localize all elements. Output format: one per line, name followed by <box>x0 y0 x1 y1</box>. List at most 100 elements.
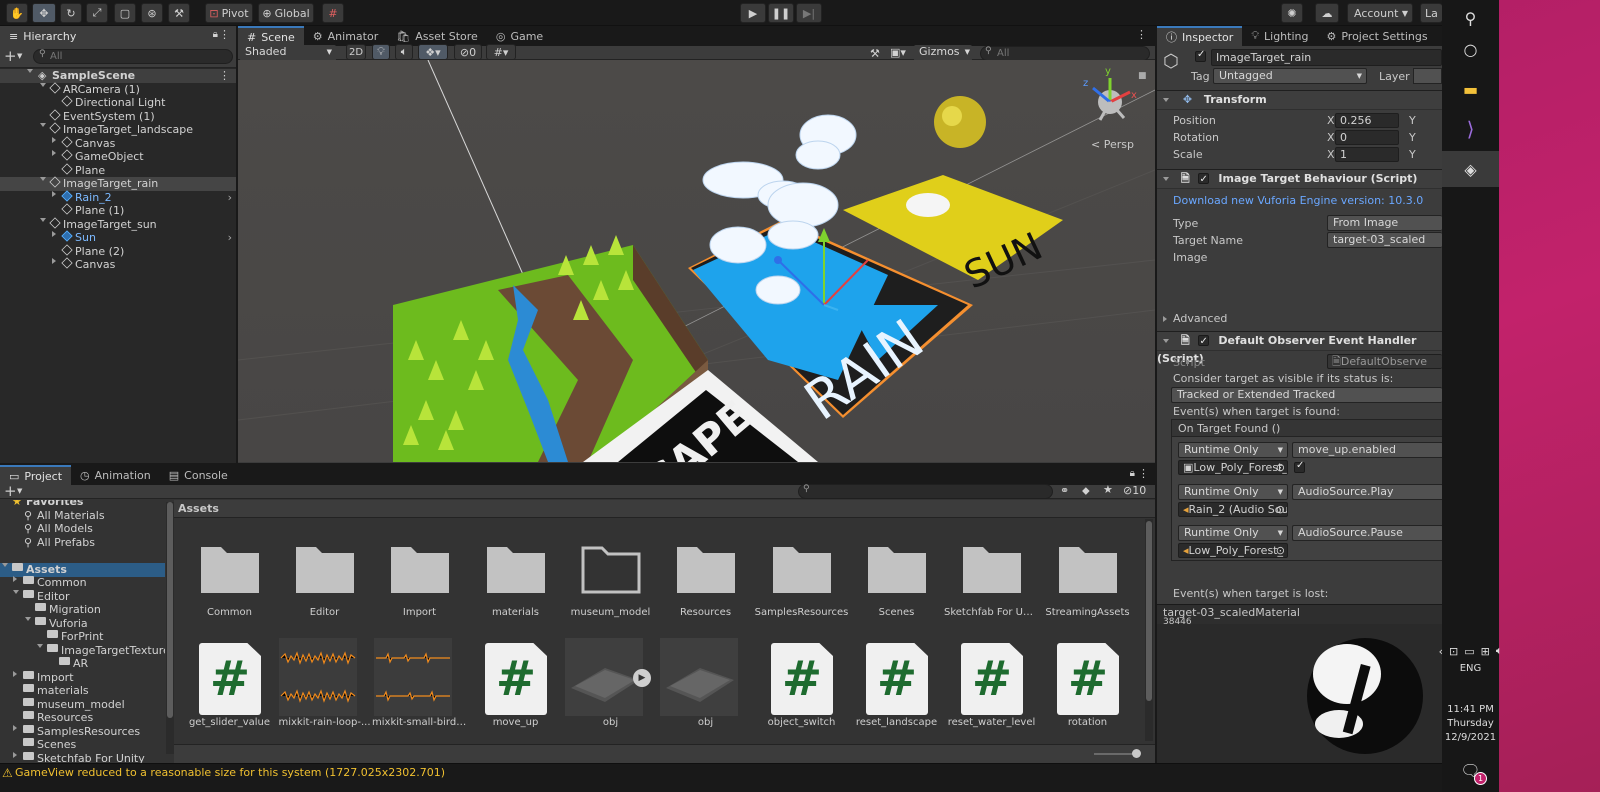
expand-arrow-icon[interactable] <box>13 751 17 758</box>
target-picker-icon[interactable]: ⊙ <box>1276 461 1285 474</box>
event-runtime-dropdown[interactable]: Runtime Only ▼ <box>1178 525 1288 541</box>
hierarchy-item-imagetarget-landscape[interactable]: ImageTarget_landscape <box>0 122 236 137</box>
expand-arrow-icon[interactable] <box>1163 316 1167 322</box>
tree-item-common[interactable]: Common <box>0 576 165 590</box>
breadcrumb-assets[interactable]: Assets <box>178 502 219 515</box>
expand-arrow-icon[interactable] <box>52 231 56 237</box>
asset-item[interactable]: # get_slider_value <box>182 641 277 731</box>
persp-label[interactable]: < Persp <box>1091 138 1134 151</box>
tab-inspector[interactable]: ⓘ Inspector <box>1157 26 1243 46</box>
file-explorer-taskbar-button[interactable]: ▬ <box>1442 71 1499 107</box>
tree-item-imagetargettextures[interactable]: ImageTargetTextures <box>0 643 165 658</box>
status-message[interactable]: GameView reduced to a reasonable size fo… <box>15 766 445 779</box>
hierarchy-item-imagetarget-sun[interactable]: ImageTarget_sun <box>0 216 236 232</box>
tab-hierarchy[interactable]: ≡ Hierarchy <box>0 26 86 46</box>
step-button[interactable]: ▶| <box>796 3 822 23</box>
hierarchy-item-sun[interactable]: Sun › <box>0 230 236 245</box>
tree-item-museum-model[interactable]: museum_model <box>0 697 165 712</box>
effects-dropdown[interactable]: ❖▾ <box>418 44 448 60</box>
tree-item-migration[interactable]: Migration <box>0 603 165 617</box>
asset-item[interactable]: SamplesResources <box>754 535 849 625</box>
expand-arrow-icon[interactable] <box>13 670 17 677</box>
account-dropdown[interactable]: Account ▼ <box>1347 3 1413 23</box>
tree-scrollbar[interactable] <box>166 502 174 754</box>
move-tool-button[interactable]: ✥ <box>32 3 56 23</box>
tree-item-resources[interactable]: Resources <box>0 711 165 725</box>
target-picker-icon[interactable]: ⊙ <box>1276 503 1285 516</box>
scene-search-input[interactable]: All <box>980 46 1150 61</box>
hierarchy-item-plane[interactable]: Plane <box>0 162 236 178</box>
eye-slash-icon[interactable]: ⊘10 <box>1123 484 1146 497</box>
expand-arrow-icon[interactable] <box>13 724 17 731</box>
hierarchy-item-eventsystem[interactable]: EventSystem (1) <box>0 108 236 124</box>
filter-by-type-icon[interactable]: ⚭ <box>1060 484 1069 497</box>
expand-arrow-icon[interactable] <box>1163 177 1169 181</box>
asset-item[interactable]: # reset_water_level <box>944 641 1039 731</box>
favorite-star-icon[interactable]: ★ <box>1103 483 1113 496</box>
asset-item[interactable]: Resources <box>658 535 753 625</box>
asset-item[interactable]: museum_model <box>563 535 658 625</box>
event-function-dropdown[interactable]: move_up.enabled <box>1292 442 1442 458</box>
hierarchy-item-gameobject[interactable]: GameObject <box>0 149 236 164</box>
hierarchy-item-canvas[interactable]: Canvas <box>0 135 236 151</box>
material-preview-header[interactable]: target-03_scaledMaterial 38446 <box>1157 604 1442 627</box>
project-search-input[interactable] <box>798 484 1053 499</box>
tree-item-assets[interactable]: Assets <box>0 562 165 577</box>
chevron-down-icon[interactable]: ▼ <box>17 487 22 495</box>
tab-scene[interactable]: # Scene <box>238 26 304 46</box>
camera-icon[interactable]: ▣▾ <box>890 46 906 59</box>
cloud-button[interactable]: ☁ <box>1315 3 1339 23</box>
hierarchy-item-plane1[interactable]: Plane (1) <box>0 203 236 218</box>
cortana-button[interactable]: ○ <box>1442 31 1499 67</box>
expand-arrow-icon[interactable] <box>1163 339 1169 343</box>
hierarchy-item-canvas-2[interactable]: Canvas <box>0 257 236 272</box>
tab-game[interactable]: ◎ Game <box>487 26 552 46</box>
expand-arrow-icon[interactable] <box>25 616 31 621</box>
expand-arrow-icon[interactable] <box>40 217 46 222</box>
event-object-field[interactable]: ◂Rain_2 (Audio Sou ⊙ <box>1178 502 1288 517</box>
rect-tool-button[interactable]: ▢ <box>114 3 136 23</box>
expand-arrow-icon[interactable] <box>40 82 46 87</box>
gizmos-dropdown[interactable]: Gizmos ▼ <box>914 45 972 61</box>
grid-snap-button[interactable]: # <box>322 3 344 23</box>
component-enabled-checkbox[interactable] <box>1197 171 1209 189</box>
audio-toggle[interactable]: 🔈︎ <box>395 44 413 60</box>
hand-tool-button[interactable]: ✋ <box>6 3 28 23</box>
tree-item-scenes[interactable]: Scenes <box>0 738 165 752</box>
object-name-field[interactable]: ImageTarget_rain <box>1211 49 1442 66</box>
tree-item-samplesresources[interactable]: SamplesResources <box>0 724 165 739</box>
kebab-menu-icon[interactable]: ⋮ <box>1136 28 1147 41</box>
hierarchy-item-samplescene[interactable]: ◈ SampleScene ⋮ <box>0 69 236 83</box>
chevron-right-icon[interactable]: › <box>228 191 232 205</box>
layers-dropdown[interactable]: La <box>1420 3 1442 23</box>
expand-arrow-icon[interactable] <box>27 69 33 73</box>
event-runtime-dropdown[interactable]: Runtime Only ▼ <box>1178 442 1288 458</box>
asset-item[interactable]: # reset_landscape <box>849 641 944 731</box>
expand-arrow-icon[interactable] <box>40 177 46 181</box>
language-indicator[interactable]: ENG <box>1442 658 1499 678</box>
expand-arrow-icon[interactable] <box>37 643 43 648</box>
asset-item[interactable]: # object_switch <box>754 641 849 731</box>
collab-button[interactable]: ✺ <box>1281 3 1303 23</box>
expand-arrow-icon[interactable] <box>52 136 56 143</box>
chevron-right-icon[interactable]: › <box>228 231 232 245</box>
visual-studio-taskbar-button[interactable]: ⟩ <box>1442 111 1499 147</box>
lock-icon[interactable]: 🔒︎ <box>213 29 218 40</box>
expand-arrow-icon[interactable] <box>13 589 19 594</box>
custom-tool-button[interactable]: ⚒ <box>168 3 190 23</box>
add-icon[interactable]: + <box>4 482 17 500</box>
chevron-down-icon[interactable]: ▼ <box>17 52 22 60</box>
tree-item-vuforia[interactable]: Vuforia <box>0 616 165 631</box>
kebab-menu-icon[interactable]: ⋮ <box>219 28 230 41</box>
hierarchy-item-arcamera[interactable]: ARCamera (1) <box>0 81 236 97</box>
hidden-objects-toggle[interactable]: ⊘ 0 <box>454 44 482 60</box>
event-bool-checkbox[interactable] <box>1294 460 1305 473</box>
event-function-dropdown[interactable]: AudioSource.Play <box>1292 484 1442 500</box>
expand-arrow-icon[interactable] <box>52 258 56 264</box>
asset-item[interactable]: materials <box>468 535 563 625</box>
image-target-behaviour-header[interactable]: 🗎 Image Target Behaviour (Script) <box>1157 169 1442 189</box>
scale-tool-button[interactable]: ⤢ <box>86 3 108 23</box>
asset-item[interactable]: mixkit-rain-loop-... <box>277 638 372 731</box>
expand-arrow-icon[interactable] <box>52 150 56 156</box>
tab-lighting[interactable]: 💡︎ Lighting <box>1242 26 1317 46</box>
